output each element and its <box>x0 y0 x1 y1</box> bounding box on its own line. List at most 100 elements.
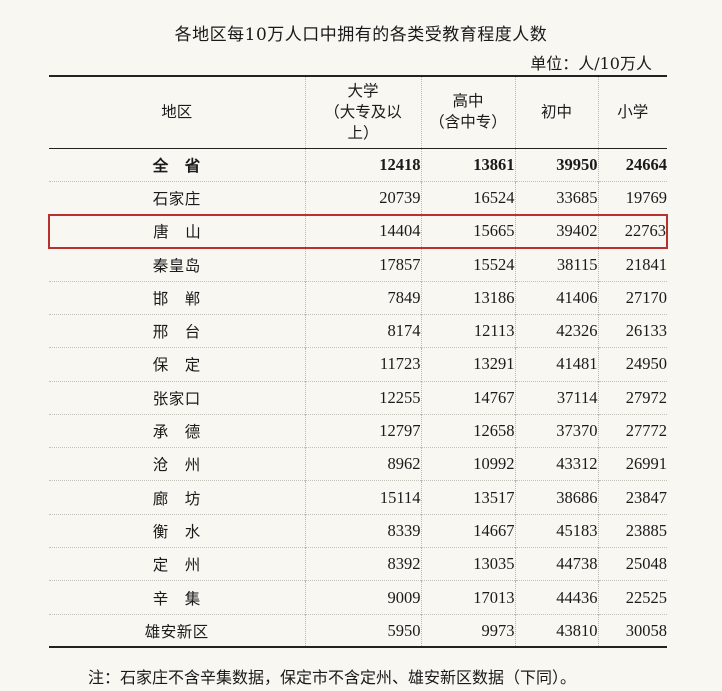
cell-primary: 26133 <box>597 314 667 348</box>
table-row: 秦皇岛 17857 15524 38115 21841 <box>49 247 667 282</box>
cell-high: 10992 <box>420 447 515 481</box>
cell-high: 13517 <box>420 480 515 515</box>
cell-college: 12418 <box>304 148 421 182</box>
cell-college: 8174 <box>304 314 421 348</box>
header-college: 大学 （大专及以上） <box>304 76 421 148</box>
table-row: 衡 水 8339 14667 45183 23885 <box>49 514 667 548</box>
cell-junior: 45183 <box>514 514 598 548</box>
table-row: 石家庄 20739 16524 33685 19769 <box>49 181 667 215</box>
cell-junior: 37114 <box>514 381 598 415</box>
footnote: 注：石家庄不含辛集数据，保定市不含定州、雄安新区数据（下同）。 <box>88 668 577 687</box>
cell-junior: 38686 <box>514 480 598 515</box>
cell-high: 14667 <box>420 514 515 548</box>
education-table: 地区 大学 （大专及以上） 高中 （含中专） 初中 小学 全 省 12418 138… <box>48 75 668 648</box>
cell-region: 石家庄 <box>152 189 201 208</box>
header-row: 地区 大学 （大专及以上） 高中 （含中专） 初中 小学 <box>49 76 667 148</box>
cell-primary: 30058 <box>597 614 667 648</box>
cell-junior: 44738 <box>514 547 598 581</box>
cell-region: 邯 郸 <box>152 289 201 308</box>
table-title: 各地区每10万人口中拥有的各类受教育程度人数 <box>174 25 548 45</box>
table-row: 定 州 8392 13035 44738 25048 <box>49 547 667 581</box>
cell-region: 雄安新区 <box>144 622 209 641</box>
cell-junior: 43312 <box>514 447 598 481</box>
table-body: 全 省 12418 13861 39950 24664 石家庄 20739 16524 3368… <box>48 148 668 648</box>
table-row: 廊 坊 15114 13517 38686 23847 <box>49 480 667 515</box>
header-region: 地区 <box>161 102 193 121</box>
table-row: 沧 州 8962 10992 43312 26991 <box>49 447 667 481</box>
cell-college: 12255 <box>304 381 421 415</box>
cell-college: 9009 <box>304 580 421 615</box>
cell-primary: 22763 <box>597 213 668 249</box>
cell-primary: 27972 <box>597 381 667 415</box>
cell-high: 14767 <box>420 381 515 415</box>
table-row: 唐 山 14404 15665 39402 22763 <box>48 213 668 249</box>
cell-college: 17857 <box>304 247 421 282</box>
table-row: 全 省 12418 13861 39950 24664 <box>49 148 667 182</box>
table-row: 承 德 12797 12658 37370 27772 <box>49 414 667 448</box>
unit-label: 单位：人/10万人 <box>530 54 652 73</box>
cell-college: 8339 <box>304 514 421 548</box>
cell-primary: 26991 <box>597 447 667 481</box>
cell-high: 13861 <box>420 148 515 182</box>
cell-junior: 44436 <box>514 580 598 615</box>
cell-high: 17013 <box>420 580 515 615</box>
cell-college: 8392 <box>304 547 421 581</box>
cell-region: 唐 山 <box>48 213 305 249</box>
cell-high: 12658 <box>420 414 515 448</box>
cell-high: 16524 <box>420 181 515 215</box>
cell-college: 7849 <box>304 281 421 315</box>
cell-college: 12797 <box>304 414 421 448</box>
cell-junior: 41481 <box>514 347 598 382</box>
cell-junior: 39950 <box>514 148 598 182</box>
cell-college: 15114 <box>304 480 421 515</box>
cell-primary: 27772 <box>597 414 667 448</box>
cell-college: 8962 <box>304 447 421 481</box>
cell-junior: 43810 <box>514 614 598 648</box>
cell-high: 13035 <box>420 547 515 581</box>
cell-college: 20739 <box>304 181 421 215</box>
cell-primary: 27170 <box>597 281 667 315</box>
cell-region: 全 省 <box>152 155 201 175</box>
cell-primary: 19769 <box>597 181 667 215</box>
cell-junior: 39402 <box>514 213 598 249</box>
cell-junior: 42326 <box>514 314 598 348</box>
table-row: 张家口 12255 14767 37114 27972 <box>49 381 667 415</box>
cell-high: 12113 <box>420 314 515 348</box>
cell-junior: 37370 <box>514 414 598 448</box>
header-junior: 初中 <box>514 76 598 148</box>
cell-region: 定 州 <box>152 556 201 575</box>
cell-region: 廊 坊 <box>152 489 201 508</box>
table-row: 保 定 11723 13291 41481 24950 <box>49 347 667 382</box>
table-row: 辛 集 9009 17013 44436 22525 <box>49 580 667 615</box>
cell-region: 承 德 <box>152 423 201 442</box>
cell-primary: 22525 <box>597 580 667 615</box>
cell-primary: 25048 <box>597 547 667 581</box>
cell-primary: 24950 <box>597 347 667 382</box>
cell-region: 衡 水 <box>152 522 201 541</box>
cell-junior: 41406 <box>514 281 598 315</box>
cell-primary: 21841 <box>597 247 667 282</box>
cell-junior: 33685 <box>514 181 598 215</box>
cell-region: 辛 集 <box>152 589 201 608</box>
cell-primary: 24664 <box>597 148 667 182</box>
cell-high: 13291 <box>420 347 515 382</box>
table-row: 邢 台 8174 12113 42326 26133 <box>49 314 667 348</box>
table-row: 邯 郸 7849 13186 41406 27170 <box>49 281 667 315</box>
table-row: 雄安新区 5950 9973 43810 30058 <box>49 614 667 648</box>
cell-junior: 38115 <box>514 247 598 282</box>
cell-college: 14404 <box>304 213 421 249</box>
header-primary: 小学 <box>597 76 667 148</box>
cell-college: 5950 <box>304 614 421 648</box>
cell-region: 张家口 <box>152 389 201 408</box>
cell-high: 13186 <box>420 281 515 315</box>
cell-region: 秦皇岛 <box>152 256 201 275</box>
cell-region: 保 定 <box>152 356 201 375</box>
cell-high: 15665 <box>420 213 515 249</box>
cell-high: 9973 <box>420 614 515 648</box>
cell-region: 沧 州 <box>152 456 201 475</box>
cell-primary: 23847 <box>597 480 667 515</box>
cell-college: 11723 <box>304 347 421 382</box>
cell-region: 邢 台 <box>152 323 201 342</box>
header-high: 高中 （含中专） <box>420 76 515 148</box>
cell-high: 15524 <box>420 247 515 282</box>
